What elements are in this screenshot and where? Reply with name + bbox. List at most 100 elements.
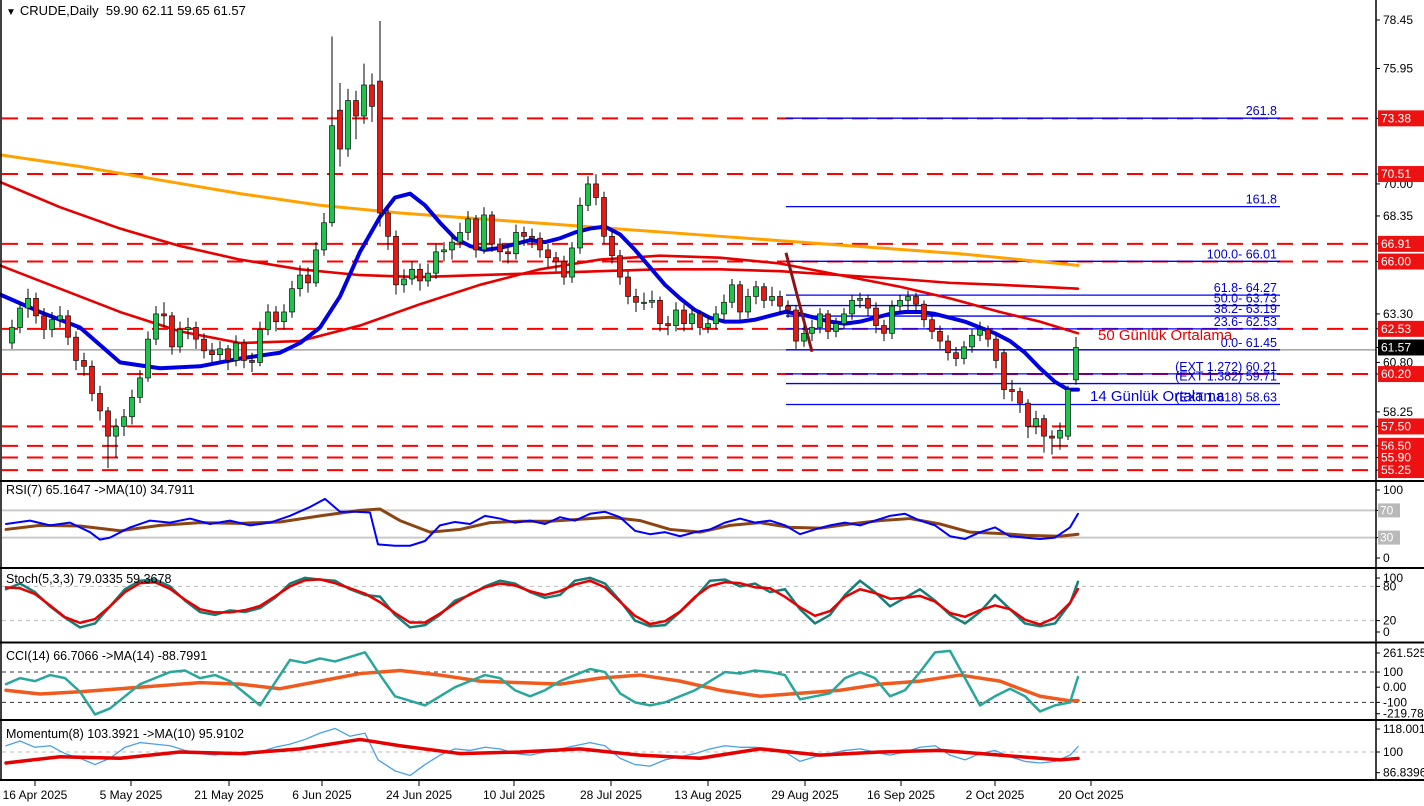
bull-candle[interactable] (298, 275, 303, 289)
bear-candle[interactable] (242, 343, 247, 360)
bear-candle[interactable] (42, 316, 47, 330)
bear-candle[interactable] (194, 327, 199, 339)
bear-candle[interactable] (506, 252, 511, 254)
bear-candle[interactable] (946, 341, 951, 353)
bear-candle[interactable] (914, 296, 919, 304)
bull-candle[interactable] (1074, 347, 1079, 379)
bear-candle[interactable] (786, 306, 791, 310)
bear-candle[interactable] (626, 277, 631, 296)
bear-candle[interactable] (386, 213, 391, 236)
bear-candle[interactable] (1026, 403, 1031, 426)
bull-candle[interactable] (586, 184, 591, 205)
price-axis[interactable]: 78.4575.9570.0068.3563.3060.8058.2573.38… (1376, 13, 1424, 780)
bull-candle[interactable] (450, 242, 455, 250)
bear-candle[interactable] (610, 236, 615, 255)
bear-candle[interactable] (986, 329, 991, 339)
bear-candle[interactable] (554, 258, 559, 262)
bull-candle[interactable] (898, 300, 903, 306)
bear-candle[interactable] (634, 296, 639, 302)
bull-candle[interactable] (754, 287, 759, 297)
bear-candle[interactable] (370, 85, 375, 106)
bear-candle[interactable] (738, 285, 743, 312)
bull-candle[interactable] (858, 298, 863, 300)
bear-candle[interactable] (82, 360, 87, 366)
bear-candle[interactable] (866, 298, 871, 308)
bull-candle[interactable] (442, 250, 447, 252)
bear-candle[interactable] (930, 320, 935, 332)
bear-candle[interactable] (1050, 436, 1055, 438)
bull-candle[interactable] (890, 306, 895, 333)
bear-candle[interactable] (594, 184, 599, 198)
bull-candle[interactable] (674, 310, 679, 326)
bull-candle[interactable] (178, 329, 183, 346)
bull-candle[interactable] (410, 269, 415, 279)
bull-candle[interactable] (434, 252, 439, 273)
bear-candle[interactable] (1010, 390, 1015, 392)
bear-candle[interactable] (1002, 353, 1007, 390)
bear-candle[interactable] (1018, 392, 1023, 404)
bear-candle[interactable] (202, 339, 207, 351)
bear-candle[interactable] (474, 219, 479, 250)
bear-candle[interactable] (354, 101, 359, 117)
bull-candle[interactable] (746, 296, 751, 312)
bear-candle[interactable] (698, 314, 703, 328)
bull-candle[interactable] (218, 349, 223, 355)
bear-candle[interactable] (1042, 419, 1047, 436)
bull-candle[interactable] (482, 215, 487, 250)
bull-candle[interactable] (970, 335, 975, 347)
bull-candle[interactable] (770, 296, 775, 300)
bull-candle[interactable] (690, 314, 695, 324)
momentum-ma-line[interactable] (6, 739, 1078, 763)
bear-candle[interactable] (938, 331, 943, 341)
bear-candle[interactable] (274, 312, 279, 322)
ma50-annotation[interactable]: 50 Günlük Ortalama (1098, 327, 1232, 344)
bear-candle[interactable] (546, 250, 551, 258)
bull-candle[interactable] (362, 85, 367, 116)
bear-candle[interactable] (922, 304, 927, 320)
bear-candle[interactable] (378, 81, 383, 213)
bear-candle[interactable] (162, 314, 167, 316)
bull-candle[interactable] (842, 314, 847, 324)
bear-candle[interactable] (618, 256, 623, 277)
bear-candle[interactable] (34, 298, 39, 315)
bull-candle[interactable] (314, 250, 319, 283)
bear-candle[interactable] (226, 349, 231, 361)
bull-candle[interactable] (834, 324, 839, 332)
bull-candle[interactable] (722, 302, 727, 314)
bear-candle[interactable] (338, 110, 343, 149)
bull-candle[interactable] (802, 333, 807, 341)
bull-candle[interactable] (1066, 390, 1071, 437)
bear-candle[interactable] (98, 393, 103, 410)
bull-candle[interactable] (282, 312, 287, 322)
bull-candle[interactable] (290, 289, 295, 312)
bear-candle[interactable] (882, 326, 887, 334)
bull-candle[interactable] (978, 329, 983, 335)
bull-candle[interactable] (730, 285, 735, 302)
bull-candle[interactable] (186, 327, 191, 329)
bull-candle[interactable] (346, 101, 351, 150)
bear-candle[interactable] (90, 366, 95, 393)
bear-candle[interactable] (602, 198, 607, 237)
ma-red-100[interactable] (0, 182, 1078, 289)
bear-candle[interactable] (418, 269, 423, 281)
bull-candle[interactable] (122, 417, 127, 427)
bear-candle[interactable] (170, 316, 175, 347)
bull-candle[interactable] (330, 126, 335, 223)
bear-candle[interactable] (66, 316, 71, 337)
bull-candle[interactable] (1058, 430, 1063, 438)
bull-candle[interactable] (402, 279, 407, 285)
bear-candle[interactable] (306, 275, 311, 283)
bear-candle[interactable] (522, 232, 527, 236)
bull-candle[interactable] (258, 329, 263, 362)
bear-candle[interactable] (682, 310, 687, 324)
bull-candle[interactable] (114, 426, 119, 436)
bull-candle[interactable] (234, 343, 239, 360)
bull-candle[interactable] (1034, 419, 1039, 427)
chevron-down-icon[interactable]: ▼ (6, 7, 16, 18)
bull-candle[interactable] (570, 248, 575, 277)
bull-candle[interactable] (458, 232, 463, 242)
rsi-line[interactable] (6, 499, 1078, 546)
bear-candle[interactable] (530, 236, 535, 238)
bear-candle[interactable] (106, 411, 111, 436)
bear-candle[interactable] (874, 308, 879, 325)
